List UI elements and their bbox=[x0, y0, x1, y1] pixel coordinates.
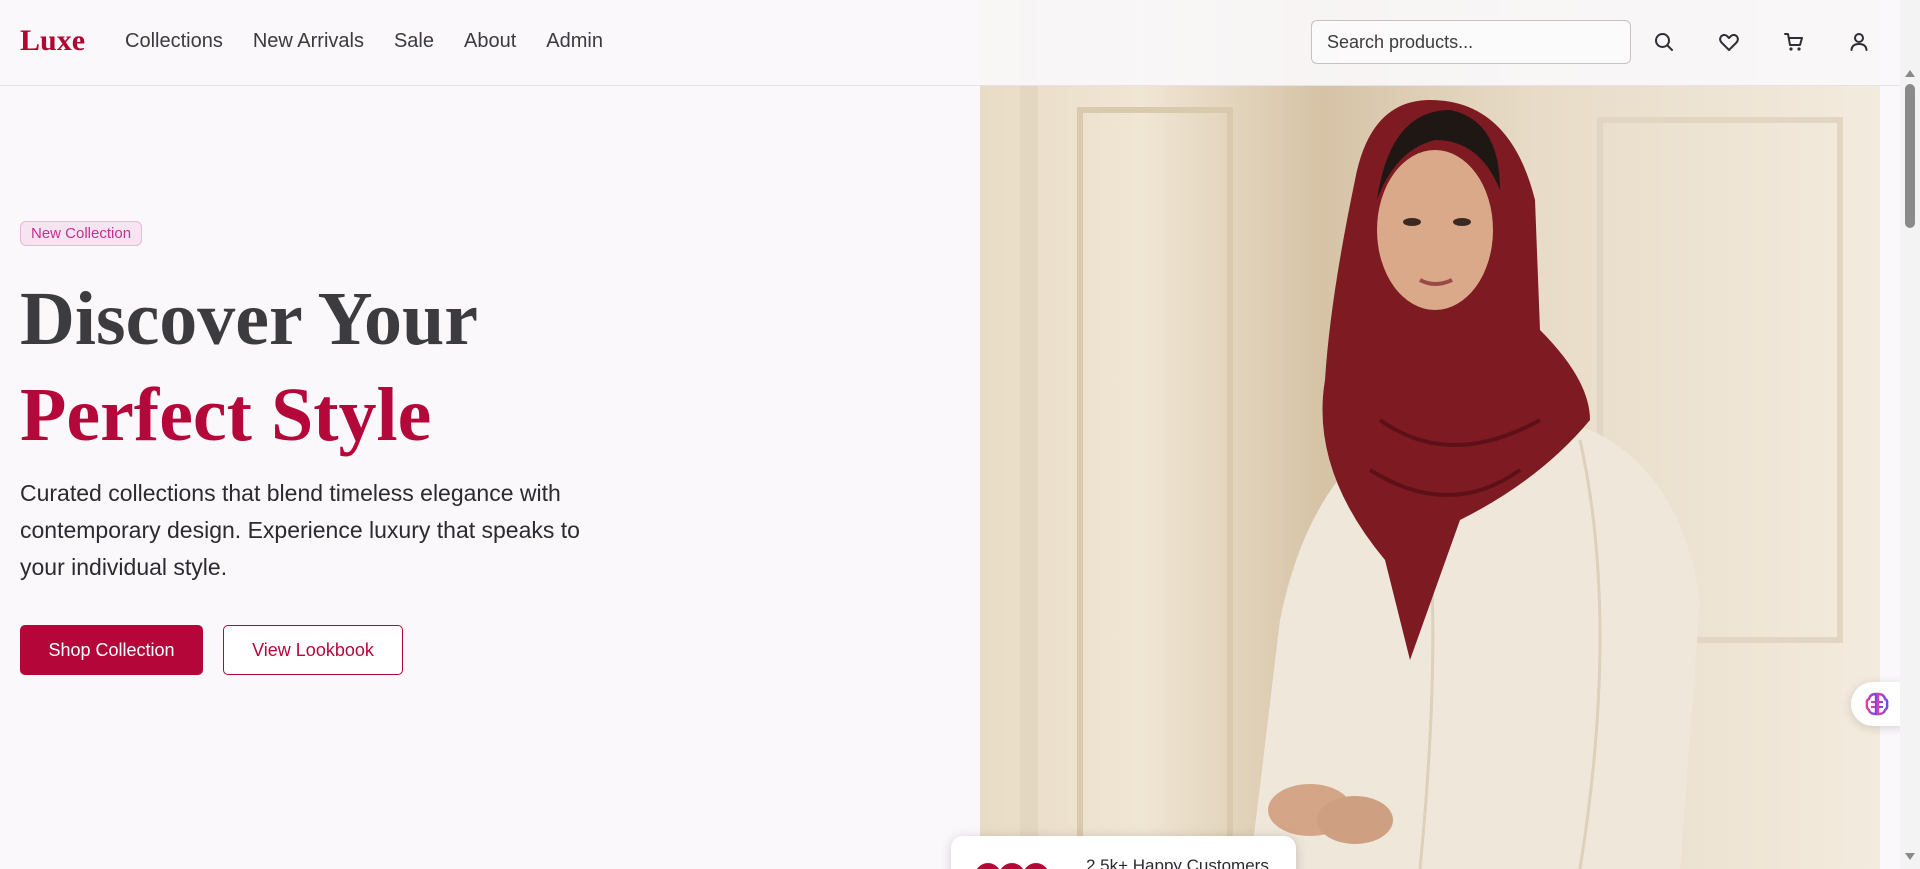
site-header: Luxe Collections New Arrivals Sale About… bbox=[0, 0, 1900, 86]
nav-new-arrivals[interactable]: New Arrivals bbox=[253, 30, 364, 53]
hero-title-line1: Discover Your bbox=[20, 277, 479, 361]
cart-icon bbox=[1784, 33, 1803, 51]
user-icon bbox=[1850, 33, 1868, 51]
hero-image bbox=[980, 0, 1880, 869]
scrollbar-thumb[interactable] bbox=[1905, 84, 1915, 228]
customer-avatars bbox=[973, 861, 1051, 869]
nav-sale[interactable]: Sale bbox=[394, 30, 434, 53]
happy-customers-card: 2.5k+ Happy Customers bbox=[951, 836, 1296, 869]
wishlist-button[interactable] bbox=[1717, 30, 1741, 54]
main-nav: Collections New Arrivals Sale About Admi… bbox=[125, 30, 603, 53]
hero-subtitle: Curated collections that blend timeless … bbox=[20, 480, 580, 580]
customer-avatar bbox=[1021, 861, 1051, 869]
ai-assistant-button[interactable] bbox=[1851, 682, 1903, 726]
view-lookbook-button[interactable]: View Lookbook bbox=[223, 625, 403, 675]
site-logo[interactable]: Luxe bbox=[20, 24, 85, 58]
happy-customers-text: 2.5k+ Happy Customers bbox=[1086, 856, 1269, 869]
shop-collection-button[interactable]: Shop Collection bbox=[20, 625, 203, 675]
hero-title-line2: Perfect Style bbox=[20, 373, 432, 457]
hero-illustration bbox=[1020, 0, 1843, 869]
search-icon bbox=[1655, 33, 1673, 51]
nav-about[interactable]: About bbox=[464, 30, 516, 53]
scroll-up-arrow[interactable] bbox=[1905, 70, 1915, 77]
scroll-down-arrow[interactable] bbox=[1905, 853, 1915, 860]
brain-icon bbox=[1865, 692, 1889, 716]
new-collection-badge: New Collection bbox=[20, 221, 143, 246]
page-scrollbar[interactable] bbox=[1900, 0, 1920, 869]
search-input[interactable] bbox=[1311, 20, 1631, 64]
nav-admin[interactable]: Admin bbox=[546, 30, 603, 53]
account-button[interactable] bbox=[1847, 30, 1871, 54]
hero-title: Discover Your Perfect Style bbox=[20, 271, 478, 463]
cart-button[interactable] bbox=[1782, 30, 1806, 54]
heart-icon bbox=[1719, 33, 1739, 51]
search-button[interactable] bbox=[1652, 30, 1676, 54]
nav-collections[interactable]: Collections bbox=[125, 30, 223, 53]
